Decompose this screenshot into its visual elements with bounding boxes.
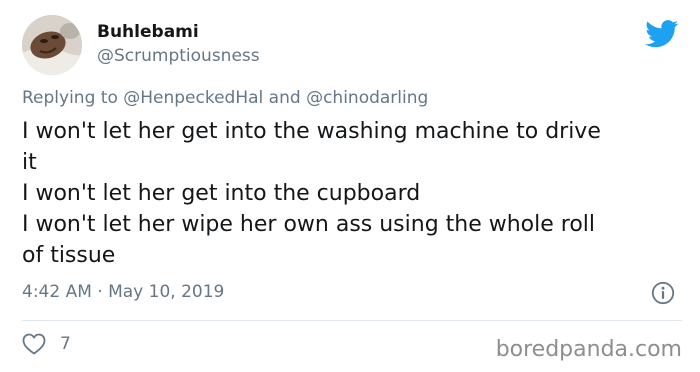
tweet-text-line: I won't let her get into the cupboard (22, 181, 421, 206)
replying-to-prefix: Replying to (22, 88, 124, 108)
like-action[interactable]: 7 (22, 332, 71, 356)
twitter-bird-icon[interactable] (645, 20, 679, 48)
user-handle[interactable]: @Scrumptiousness (97, 45, 260, 67)
tweet-text-line: I won't let her get into the washing mac… (22, 119, 601, 144)
info-icon[interactable] (651, 281, 675, 305)
heart-icon[interactable] (22, 333, 46, 355)
tweet-text: I won't let her get into the washing mac… (22, 116, 682, 271)
tweet-timestamp[interactable]: 4:42 AM · May 10, 2019 (22, 281, 224, 303)
avatar[interactable] (22, 15, 82, 75)
tweet-card: Buhlebami @Scrumptiousness Replying to @… (0, 0, 700, 372)
tweet-text-line: of tissue (22, 243, 116, 268)
tweet-text-line: I won't let her wipe her own ass using t… (22, 212, 596, 237)
mention-link-chinodarling[interactable]: @chinodarling (306, 88, 428, 108)
tweet-text-line: it (22, 150, 37, 175)
replying-to-joiner: and (263, 88, 307, 108)
replying-to-line: Replying to @HenpeckedHal and @chinodarl… (22, 87, 428, 109)
boredpanda-watermark: boredpanda.com (495, 337, 682, 362)
avatar-photo (22, 15, 82, 75)
divider (22, 320, 682, 321)
display-name[interactable]: Buhlebami (97, 21, 199, 43)
mention-link-henpeckedhal[interactable]: @HenpeckedHal (123, 88, 263, 108)
like-count: 7 (60, 334, 71, 354)
